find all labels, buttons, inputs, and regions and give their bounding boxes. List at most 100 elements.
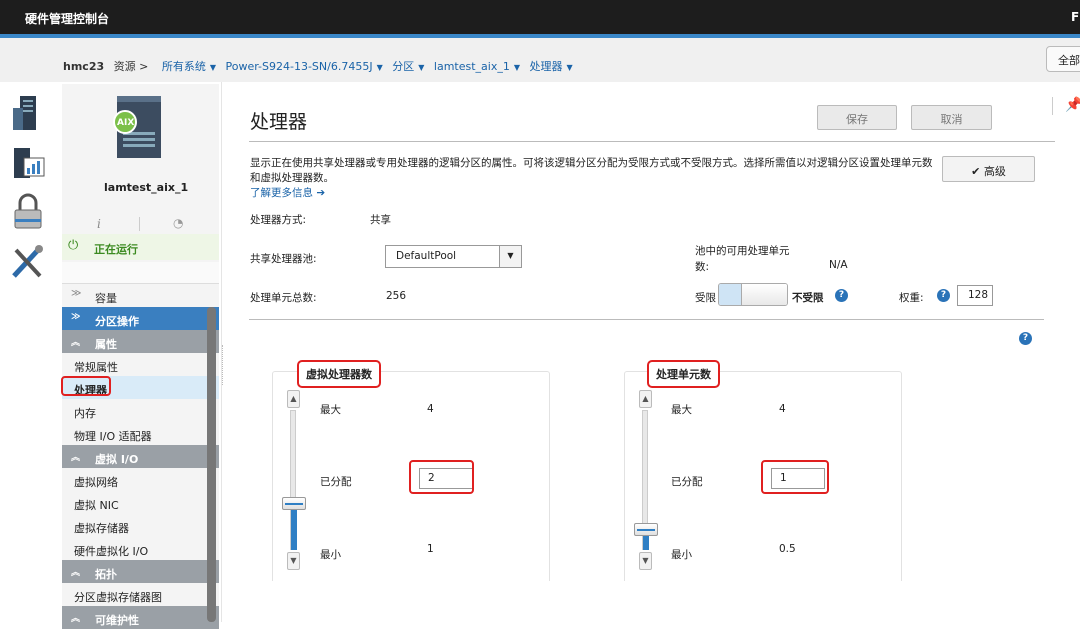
pu-assigned-label: 已分配 <box>671 476 703 488</box>
save-button[interactable]: 保存 <box>817 105 897 130</box>
pu-max-value: 4 <box>779 403 786 415</box>
breadcrumb-processor[interactable]: 处理器 <box>530 60 563 73</box>
vp-max-label: 最大 <box>320 404 341 416</box>
power-options-icon[interactable]: ◔ <box>173 216 183 230</box>
breadcrumb-partition[interactable]: lamtest_aix_1 <box>434 60 510 73</box>
pu-slider-thumb[interactable] <box>634 523 658 537</box>
nav-item-vstorage-map[interactable]: 分区虚拟存储器图 <box>62 583 219 606</box>
nav-partition-ops-label: 分区操作 <box>95 315 139 328</box>
capped-toggle[interactable] <box>718 283 788 306</box>
aix-logo: AIX <box>117 118 135 128</box>
available-units-label-2: 数: <box>695 261 710 273</box>
chevron-down-icon: ≫ <box>71 288 82 299</box>
vp-min-label: 最小 <box>320 549 341 561</box>
chevron-down-icon[interactable]: ▼ <box>377 63 383 72</box>
server-resource-icon[interactable] <box>10 94 46 134</box>
breadcrumb: hmc23 资源 > 所有系统 ▼ Power-S924-13-SN/6.7455… <box>63 58 579 74</box>
partition-panel: AIX lamtest_aix_1 i ◔ ⏻ 正在运行 ≫ 容量 ≫ 分区操作… <box>62 84 219 629</box>
status-text: 正在运行 <box>94 243 138 256</box>
vp-slider-fill <box>291 503 297 550</box>
breadcrumb-all-systems[interactable]: 所有系统 <box>162 60 206 73</box>
lock-icon[interactable] <box>10 192 46 232</box>
title-divider <box>249 141 1055 142</box>
tools-icon[interactable] <box>10 242 46 282</box>
pu-decrease-button[interactable]: ▼ <box>639 552 652 570</box>
divider <box>139 217 140 231</box>
processing-units-title: 处理单元数 <box>647 360 720 388</box>
vp-slider-thumb[interactable] <box>282 496 306 510</box>
nav-serviceability-label: 可维护性 <box>95 614 139 627</box>
page-title: 处理器 <box>250 111 308 133</box>
chevron-up-icon: ︽ <box>71 453 81 463</box>
nav-item-virtual-network[interactable]: 虚拟网络 <box>62 468 219 491</box>
divider <box>1052 97 1053 115</box>
weight-input[interactable]: 128 <box>957 285 993 306</box>
pu-increase-button[interactable]: ▲ <box>639 390 652 408</box>
chevron-down-icon[interactable]: ▼ <box>418 63 424 72</box>
nav-virtual-io-label: 虚拟 I/O <box>95 453 139 466</box>
chevron-down-icon[interactable]: ▼ <box>499 246 521 267</box>
pu-min-value: 0.5 <box>779 543 796 555</box>
nav-scrollbar[interactable] <box>207 307 216 622</box>
all-button[interactable]: 全部 <box>1046 46 1080 72</box>
nav-item-virtual-nic[interactable]: 虚拟 NIC <box>62 491 219 514</box>
help-icon[interactable]: ? <box>937 289 950 302</box>
chevron-up-icon: ︽ <box>71 614 81 624</box>
vp-max-value: 4 <box>427 403 434 415</box>
nav-item-hw-virtual-io[interactable]: 硬件虚拟化 I/O <box>62 537 219 560</box>
vp-decrease-button[interactable]: ▼ <box>287 552 300 570</box>
chevron-down-icon: ≫ <box>71 312 81 322</box>
nav-item-memory[interactable]: 内存 <box>62 399 219 422</box>
top-bar: 硬件管理控制台 F <box>0 0 1080 34</box>
help-icon[interactable]: ? <box>1019 332 1032 345</box>
chevron-down-icon[interactable]: ▼ <box>210 63 216 72</box>
power-icon: ⏻ <box>68 238 79 253</box>
nav-capacity-label: 容量 <box>95 292 117 305</box>
breadcrumb-partitions[interactable]: 分区 <box>392 60 414 73</box>
advanced-button[interactable]: ✔ 高级 <box>942 156 1035 182</box>
nav-partition-ops[interactable]: ≫ 分区操作 <box>62 307 219 330</box>
pu-min-label: 最小 <box>671 549 692 561</box>
highlight-pu-assigned <box>761 460 829 494</box>
total-units-label: 处理单元总数: <box>250 292 317 304</box>
shared-pool-label: 共享处理器池: <box>250 253 317 265</box>
chevron-down-icon[interactable]: ▼ <box>567 63 573 72</box>
nav-capacity[interactable]: ≫ 容量 <box>62 284 219 307</box>
spacer <box>62 262 219 284</box>
breadcrumb-host[interactable]: hmc23 <box>63 60 104 73</box>
partition-toolbar: i ◔ <box>62 214 219 234</box>
learn-more-link[interactable]: 了解更多信息 ➔ <box>250 185 325 200</box>
cancel-button[interactable]: 取消 <box>911 105 992 130</box>
breadcrumb-system[interactable]: Power-S924-13-SN/6.7455J <box>226 60 373 73</box>
user-menu[interactable]: F <box>1071 10 1079 24</box>
available-units-value: N/A <box>829 259 848 271</box>
nav-item-virtual-storage[interactable]: 虚拟存储器 <box>62 514 219 537</box>
nav-item-physical-io[interactable]: 物理 I/O 适配器 <box>62 422 219 445</box>
pu-max-label: 最大 <box>671 404 692 416</box>
nav-section-serviceability[interactable]: ︽ 可维护性 <box>62 606 219 629</box>
help-icon[interactable]: ? <box>835 289 848 302</box>
section-divider <box>249 319 1044 320</box>
shared-pool-select[interactable]: DefaultPool ▼ <box>385 245 522 268</box>
breadcrumb-resources[interactable]: 资源 > <box>114 60 149 73</box>
partition-server-icon <box>113 96 161 158</box>
pin-icon[interactable]: 📌 <box>1065 97 1080 113</box>
info-icon[interactable]: i <box>97 217 101 231</box>
nav-item-general[interactable]: 常规属性 <box>62 353 219 376</box>
splitter-grip[interactable] <box>222 345 225 385</box>
side-nav: ≫ 容量 ≫ 分区操作 ︽ 属性 常规属性 处理器 内存 物理 I/O 适配器 … <box>62 284 219 629</box>
nav-section-virtual-io[interactable]: ︽ 虚拟 I/O <box>62 445 219 468</box>
uncapped-label: 不受限 <box>792 292 824 304</box>
performance-icon[interactable] <box>10 144 46 184</box>
vp-min-value: 1 <box>427 543 434 555</box>
virtual-processors-title: 虚拟处理器数 <box>297 360 381 388</box>
status-badge: ⏻ 正在运行 <box>62 234 219 260</box>
app-title: 硬件管理控制台 <box>25 12 110 26</box>
vp-increase-button[interactable]: ▲ <box>287 390 300 408</box>
shared-pool-value: DefaultPool <box>396 250 457 262</box>
weight-label: 权重: <box>899 292 924 304</box>
chevron-down-icon[interactable]: ▼ <box>514 63 520 72</box>
nav-section-properties[interactable]: ︽ 属性 <box>62 330 219 353</box>
nav-section-topology[interactable]: ︽ 拓扑 <box>62 560 219 583</box>
vp-assigned-label: 已分配 <box>320 476 352 488</box>
